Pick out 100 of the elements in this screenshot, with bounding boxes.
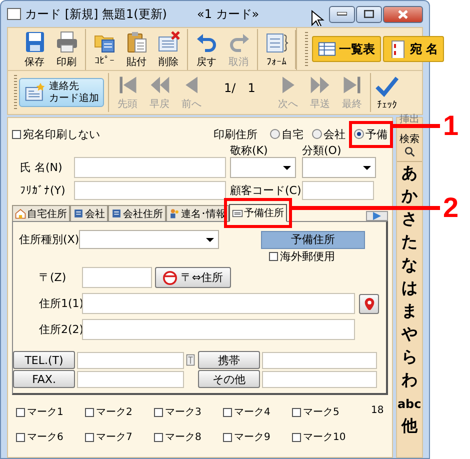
index-letter[interactable]: か <box>396 185 422 208</box>
toolbar-button[interactable]: 削除 <box>153 28 184 70</box>
checkbox[interactable] <box>16 432 25 442</box>
mark-checkbox[interactable]: マーク2 <box>85 405 154 419</box>
rewind-icon <box>148 74 170 96</box>
house-icon <box>15 208 26 219</box>
add-card-button[interactable]: 連絡先 カード追加 <box>19 78 104 107</box>
index-letter[interactable]: ま <box>396 300 422 323</box>
checkbox[interactable] <box>154 432 163 442</box>
toolbar-button[interactable]: 一覧表 <box>312 36 381 62</box>
tab[interactable]: 自宅住所 <box>12 205 70 221</box>
mark-checkbox[interactable]: マーク7 <box>85 430 154 444</box>
checkbox[interactable] <box>12 130 21 138</box>
phone-type-button[interactable]: TEL.(T) <box>13 351 75 369</box>
index-letter[interactable]: わ <box>396 369 422 392</box>
field-label: ﾌﾘｶﾞﾅ(Y) <box>19 184 66 197</box>
index-letter[interactable]: あ <box>396 162 422 185</box>
mark-checkbox[interactable]: マーク3 <box>154 405 223 419</box>
check-button[interactable]: ﾁｪｯｸ <box>370 73 402 112</box>
zip-address-button[interactable]: 〒⇔住所 <box>155 267 231 288</box>
checkmark-icon <box>374 74 399 98</box>
checkbox[interactable] <box>269 252 278 260</box>
checkbox[interactable] <box>292 432 301 442</box>
overseas-checkbox[interactable]: 海外郵便用 <box>269 248 335 264</box>
index-letter[interactable]: 他 <box>396 415 422 438</box>
checkbox[interactable] <box>154 408 163 416</box>
minimize-icon <box>337 12 347 16</box>
mark-checkbox[interactable]: マーク5 <box>292 405 365 419</box>
phone-type-button[interactable]: 携帯 <box>198 351 260 369</box>
tab-scroll-button[interactable] <box>366 211 388 221</box>
index-letter[interactable]: や <box>396 323 422 346</box>
name-field[interactable] <box>74 157 226 178</box>
close-button[interactable] <box>383 6 423 22</box>
index-letter[interactable]: さ <box>396 208 422 231</box>
field-label: 住所2(2) <box>38 322 82 337</box>
customer-code-field[interactable] <box>302 181 374 200</box>
mark-count: 18 <box>370 405 384 418</box>
field-label: 分類(O) <box>302 142 342 158</box>
checkbox[interactable] <box>85 408 94 416</box>
phone-type-button[interactable]: その他 <box>198 370 260 388</box>
field-label: 敬称(K) <box>230 142 269 158</box>
checkbox[interactable] <box>85 432 94 442</box>
map-button[interactable] <box>359 294 379 314</box>
kana-field[interactable] <box>74 181 226 200</box>
phone-field[interactable] <box>77 352 184 368</box>
phone-field[interactable] <box>262 352 377 368</box>
radio-button[interactable] <box>354 129 364 139</box>
callout-box <box>224 198 292 228</box>
radio-option[interactable]: 自宅 <box>270 126 304 142</box>
mark-checkbox[interactable]: マーク8 <box>154 430 223 444</box>
checkbox[interactable] <box>223 432 232 442</box>
toolbar-button[interactable]: ﾌｫｰﾑ <box>261 30 292 68</box>
page-total: 1 <box>248 80 256 94</box>
building-icon <box>111 208 122 219</box>
radio-option[interactable]: 会社 <box>312 126 346 142</box>
mark-checkbox[interactable]: マーク10 <box>292 430 365 444</box>
field-label: 印刷住所 <box>214 126 258 142</box>
phone-type-button[interactable]: FAX. <box>13 370 75 388</box>
checkbox[interactable] <box>223 408 232 416</box>
radio-button[interactable] <box>270 129 280 139</box>
toolbar-button[interactable]: 戻す <box>191 28 222 70</box>
maximize-icon <box>364 10 374 18</box>
index-letter[interactable]: た <box>396 231 422 254</box>
checkbox[interactable] <box>292 408 301 416</box>
radio-button[interactable] <box>312 129 322 139</box>
toolbar-button[interactable]: 宛 名 <box>383 36 444 62</box>
tab[interactable]: 予備住所 <box>229 204 287 222</box>
card-icon <box>389 40 407 58</box>
triangle-icon <box>372 211 382 221</box>
section-header: 予備住所 <box>261 230 365 248</box>
phone-field[interactable] <box>262 370 377 388</box>
tab[interactable]: 会社住所 <box>108 205 166 221</box>
phone-field[interactable] <box>77 370 184 388</box>
callout-number: 2 <box>443 194 459 222</box>
mark-checkbox[interactable]: マーク9 <box>223 430 292 444</box>
toolbar-button[interactable]: 保存 <box>19 28 50 70</box>
minimize-button[interactable] <box>329 6 355 22</box>
no-print-checkbox[interactable]: 宛名印刷しない <box>12 126 100 142</box>
zip-field[interactable] <box>82 267 152 288</box>
index-letter[interactable]: ら <box>396 346 422 369</box>
toolbar-button[interactable]: ｺﾋﾟｰ <box>89 28 120 70</box>
callout-box <box>349 121 393 148</box>
mark-checkbox[interactable]: マーク1 <box>16 405 85 419</box>
tab[interactable]: 会社 <box>70 205 108 221</box>
mouse-cursor-icon <box>311 10 327 26</box>
address2-field[interactable] <box>82 319 355 340</box>
people-icon <box>169 208 180 219</box>
clipboard-icon <box>124 30 148 54</box>
mark-checkbox[interactable]: マーク4 <box>223 405 292 419</box>
index-letter[interactable]: は <box>396 277 422 300</box>
index-letter[interactable]: abc <box>396 392 422 415</box>
toolbar-button[interactable]: 貼付 <box>121 28 152 70</box>
address1-field[interactable] <box>82 293 355 314</box>
mark-checkbox[interactable]: マーク6 <box>16 430 85 444</box>
toolbar-button[interactable]: 印刷 <box>51 28 82 70</box>
radio-option[interactable]: 予備 <box>354 126 388 142</box>
maximize-button[interactable] <box>356 6 382 22</box>
index-letter[interactable]: な <box>396 254 422 277</box>
app-icon <box>7 8 21 20</box>
checkbox[interactable] <box>16 408 25 416</box>
